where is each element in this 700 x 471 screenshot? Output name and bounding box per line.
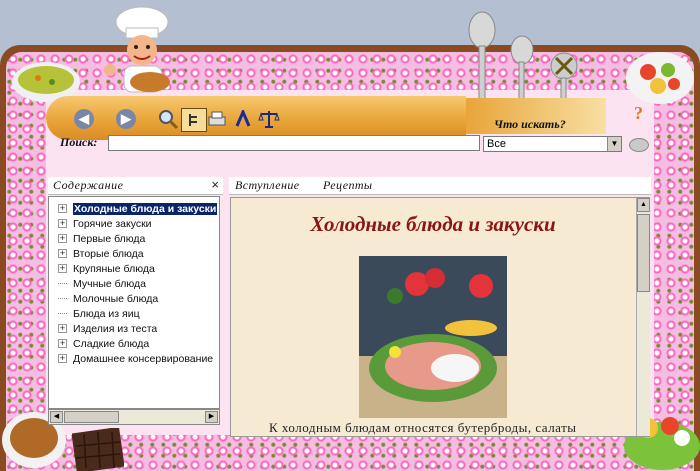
expand-icon[interactable]: + bbox=[58, 324, 67, 333]
scroll-thumb[interactable] bbox=[637, 214, 650, 292]
sidebar-horizontal-scrollbar[interactable]: ◀ ▶ bbox=[48, 409, 220, 425]
scales-icon bbox=[258, 111, 280, 128]
scales-button[interactable] bbox=[257, 108, 281, 130]
chef-mascot-icon bbox=[104, 6, 170, 93]
tab-introduction[interactable]: Вступление bbox=[235, 178, 300, 193]
tree-item-label: Мучные блюда bbox=[73, 277, 146, 290]
contents-tree: + Холодные блюда и закуски + Горячие закус… bbox=[48, 196, 220, 409]
expand-icon[interactable]: + bbox=[58, 249, 67, 258]
find-button[interactable] bbox=[156, 108, 180, 130]
font-icon bbox=[235, 110, 251, 127]
tree-line-icon bbox=[58, 275, 67, 284]
tree-item-pastry[interactable]: + Изделия из теста bbox=[49, 321, 219, 336]
tree-item-label: Молочные блюда bbox=[73, 292, 159, 305]
scroll-right-icon[interactable]: ▶ bbox=[205, 411, 218, 423]
sidebar-title: Содержание bbox=[53, 178, 124, 192]
forward-icon: ▶ bbox=[116, 109, 136, 129]
tree-item-egg-dishes[interactable]: Блюда из яиц bbox=[49, 306, 219, 321]
chocolate-icon bbox=[72, 428, 124, 471]
tree-item-label: Домашнее консервирование bbox=[73, 352, 214, 365]
expand-icon[interactable]: + bbox=[58, 339, 67, 348]
tree-item-hot-appetizers[interactable]: + Горячие закуски bbox=[49, 216, 219, 231]
close-icon[interactable]: × bbox=[211, 177, 219, 192]
tree-item-label: Холодные блюда и закуски bbox=[73, 202, 218, 215]
tree-item-label: Первые блюда bbox=[73, 232, 146, 245]
back-icon: ◀ bbox=[74, 109, 94, 129]
tree-item-home-canning[interactable]: + Домашнее консервирование bbox=[49, 351, 219, 366]
tree-item-label: Вторые блюда bbox=[73, 247, 144, 260]
hide-pane-button[interactable] bbox=[181, 108, 207, 132]
tree-item-main-courses[interactable]: + Вторые блюда bbox=[49, 246, 219, 261]
expand-icon[interactable]: + bbox=[58, 264, 67, 273]
search-label: Поиск: bbox=[60, 135, 98, 149]
help-icon[interactable]: ? bbox=[634, 103, 643, 124]
search-icon bbox=[159, 110, 179, 130]
tree-item-grain-dishes[interactable]: + Крупяные блюда bbox=[49, 261, 219, 276]
print-icon bbox=[208, 111, 226, 126]
document-view: Холодные блюда и закуски К холодным блюд… bbox=[230, 197, 650, 437]
hide-icon bbox=[189, 114, 197, 126]
tree-item-label: Блюда из яиц bbox=[73, 307, 140, 320]
expand-icon[interactable]: + bbox=[58, 204, 67, 213]
tab-recipes[interactable]: Рецепты bbox=[323, 178, 372, 193]
font-button[interactable] bbox=[231, 108, 255, 130]
search-scope-value: Все bbox=[487, 138, 506, 150]
scroll-up-icon[interactable]: ▲ bbox=[637, 198, 650, 212]
tree-line-icon bbox=[58, 290, 67, 299]
expand-icon[interactable]: + bbox=[58, 219, 67, 228]
search-prompt-label: Что искать? bbox=[494, 117, 566, 131]
expand-icon[interactable]: + bbox=[58, 354, 67, 363]
print-button[interactable] bbox=[205, 108, 229, 130]
tree-item-label: Крупяные блюда bbox=[73, 262, 155, 275]
tree-item-sweet-dishes[interactable]: + Сладкие блюда bbox=[49, 336, 219, 351]
document-vertical-scrollbar[interactable]: ▲ bbox=[636, 198, 650, 436]
back-button[interactable]: ◀ bbox=[72, 108, 96, 130]
sidebar-header: Содержание × bbox=[48, 177, 223, 195]
expand-icon[interactable]: + bbox=[58, 234, 67, 243]
go-search-icon[interactable] bbox=[629, 138, 649, 152]
page-title: Холодные блюда и закуски bbox=[310, 212, 556, 236]
tree-item-label: Горячие закуски bbox=[73, 217, 152, 230]
search-input[interactable] bbox=[108, 135, 480, 151]
salad-plate-icon bbox=[626, 52, 694, 104]
dish-photo bbox=[359, 256, 507, 418]
tree-item-first-courses[interactable]: + Первые блюда bbox=[49, 231, 219, 246]
scroll-thumb[interactable] bbox=[64, 411, 119, 423]
tree-item-cold-dishes[interactable]: + Холодные блюда и закуски bbox=[49, 201, 219, 216]
tree-item-dairy-dishes[interactable]: Молочные блюда bbox=[49, 291, 219, 306]
document-text: К холодным блюдам относятся бутерброды, … bbox=[269, 420, 577, 435]
tree-item-label: Изделия из теста bbox=[73, 322, 158, 335]
content-tabs: Вступление Рецепты bbox=[229, 177, 651, 195]
chevron-down-icon[interactable]: ▼ bbox=[607, 137, 621, 151]
forward-button[interactable]: ▶ bbox=[114, 108, 138, 130]
toolbar bbox=[46, 96, 466, 140]
tree-item-label: Сладкие блюда bbox=[73, 337, 150, 350]
scroll-left-icon[interactable]: ◀ bbox=[50, 411, 63, 423]
tree-item-flour-dishes[interactable]: Мучные блюда bbox=[49, 276, 219, 291]
tree-line-icon bbox=[58, 305, 67, 314]
search-scope-select[interactable]: Все ▼ bbox=[483, 136, 622, 152]
